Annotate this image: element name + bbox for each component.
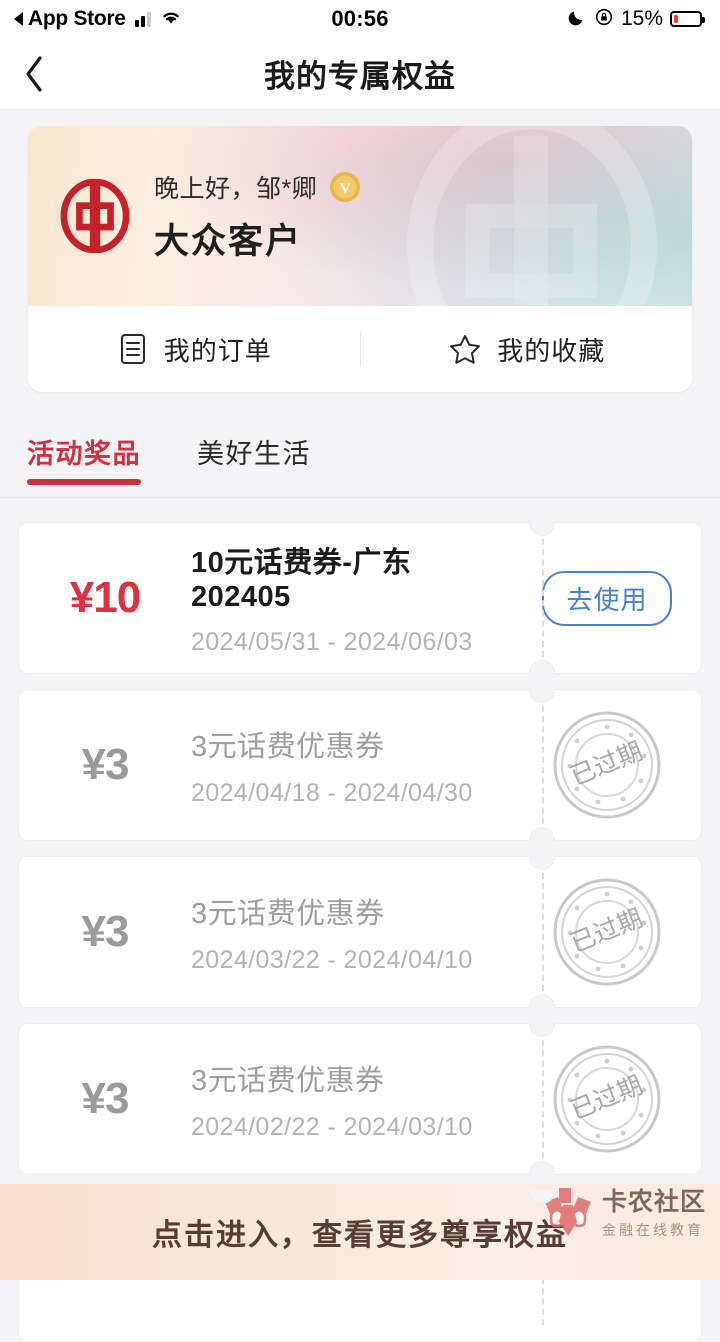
coupon-date-range: 2024/04/18 - 2024/04/30 <box>191 778 473 807</box>
coupon-amount: ¥3 <box>81 740 130 789</box>
battery-percent-label: 15% <box>620 7 663 30</box>
coupon-amount: ¥10 <box>69 573 141 622</box>
back-button[interactable] <box>0 38 68 109</box>
back-to-app-label[interactable]: App Store <box>28 7 126 31</box>
coupon-amount: ¥3 <box>81 907 130 956</box>
tab-activity-prizes[interactable]: 活动奖品 <box>27 426 141 485</box>
profile-hero: 晚上好，邹*卿 V 大众客户 <box>28 126 692 306</box>
coupon-title: 3元话费优惠券 <box>191 1064 385 1097</box>
expired-stamp-icon: 已过期 <box>553 878 661 986</box>
status-bar-right: 15% <box>567 7 705 32</box>
expired-stamp-text: 已过期 <box>567 1071 647 1125</box>
greeting-row: 晚上好，邹*卿 V <box>154 169 361 205</box>
tab-bar: 活动奖品 美好生活 <box>0 426 720 498</box>
coupon-perforation <box>542 539 544 657</box>
coupon-card[interactable]: ¥3 3元话费优惠券 2024/04/18 - 2024/04/30 已过期 <box>18 689 702 841</box>
profile-card: 晚上好，邹*卿 V 大众客户 我的订单 我的收藏 <box>28 126 692 392</box>
coupon-perforation <box>542 1040 544 1158</box>
bank-of-china-logo <box>60 179 130 253</box>
my-favorites-label: 我的收藏 <box>497 335 606 366</box>
coupon-amount: ¥3 <box>81 1074 130 1123</box>
bottom-banner[interactable]: 点击进入，查看更多尊享权益 卡农社区 金融在线教育 <box>0 1184 720 1280</box>
coupon-date-range: 2024/05/31 - 2024/06/03 <box>191 628 473 656</box>
coupon-perforation <box>542 706 544 824</box>
bottom-banner-text: 点击进入，查看更多尊享权益 <box>152 1219 568 1252</box>
scroll-content: 晚上好，邹*卿 V 大众客户 我的订单 我的收藏 活动奖品 美好生活 ¥10 1… <box>0 110 720 1342</box>
coupon-date-range: 2024/02/22 - 2024/03/10 <box>191 1112 473 1141</box>
coupon-card[interactable]: ¥3 3元话费优惠券 2024/02/22 - 2024/03/10 已过期 <box>18 1023 702 1175</box>
my-orders-button[interactable]: 我的订单 <box>28 306 360 392</box>
coupon-title: 3元话费优惠券 <box>191 730 385 763</box>
coupon-card[interactable]: ¥3 3元话费优惠券 2024/03/22 - 2024/04/10 已过期 <box>18 856 702 1008</box>
watermark-subtitle: 金融在线教育 <box>601 1222 704 1238</box>
coupon-info: 3元话费优惠券 2024/04/18 - 2024/04/30 <box>191 690 513 840</box>
navigation-bar: 我的专属权益 <box>0 38 720 110</box>
moon-icon <box>567 7 587 32</box>
status-bar-left: App Store <box>14 7 183 31</box>
vip-badge-icon: V <box>330 171 361 202</box>
my-orders-label: 我的订单 <box>163 335 272 366</box>
coupon-info: 3元话费优惠券 2024/02/22 - 2024/03/10 <box>191 1024 513 1174</box>
coupon-date-range: 2024/03/22 - 2024/04/10 <box>191 945 473 974</box>
wifi-icon <box>159 8 183 31</box>
tab-good-life[interactable]: 美好生活 <box>197 426 311 471</box>
coupon-title: 3元话费优惠券 <box>191 897 385 930</box>
watermark-texts: 卡农社区 金融在线教育 <box>602 1182 706 1240</box>
document-list-icon <box>120 334 145 364</box>
tab-activity-prizes-label: 活动奖品 <box>27 439 141 469</box>
tab-good-life-label: 美好生活 <box>197 439 311 469</box>
my-favorites-button[interactable]: 我的收藏 <box>361 306 693 392</box>
expired-stamp-icon: 已过期 <box>553 1045 661 1153</box>
svg-text:V: V <box>340 181 351 197</box>
profile-actions: 我的订单 我的收藏 <box>28 306 692 392</box>
profile-texts: 晚上好，邹*卿 V 大众客户 <box>154 169 361 264</box>
expired-stamp-icon: 已过期 <box>553 711 661 819</box>
use-coupon-button[interactable]: 去使用 <box>542 570 672 626</box>
chevron-left-icon <box>26 55 42 92</box>
coupon-perforation <box>542 873 544 991</box>
coupon-card[interactable]: ¥10 10元话费券-广东202405 2024/05/31 - 2024/06… <box>18 522 702 674</box>
customer-level: 大众客户 <box>154 221 303 261</box>
coupon-title: 10元话费券-广东202405 <box>191 547 412 613</box>
expired-stamp-text: 已过期 <box>567 737 647 791</box>
battery-icon <box>670 11 705 27</box>
greeting-text: 晚上好，邹*卿 <box>154 174 318 203</box>
rotation-lock-icon <box>594 7 614 32</box>
coupon-info: 3元话费优惠券 2024/03/22 - 2024/04/10 <box>191 857 513 1007</box>
back-to-app-triangle-icon[interactable] <box>14 12 23 26</box>
background-logo-watermark-icon <box>407 126 657 306</box>
coupon-info: 10元话费券-广东202405 2024/05/31 - 2024/06/03 <box>191 523 513 673</box>
app-screen: App Store 00:56 15% 我的专属权益 晚上好，邹*卿 V 大众客… <box>0 0 720 1342</box>
page-title: 我的专属权益 <box>264 59 456 94</box>
community-watermark: 卡农社区 金融在线教育 <box>542 1182 706 1240</box>
signal-bars-icon <box>134 11 151 27</box>
watermark-title: 卡农社区 <box>601 1188 706 1216</box>
expired-stamp-text: 已过期 <box>567 904 647 958</box>
star-icon <box>450 335 481 364</box>
status-bar: App Store 00:56 15% <box>0 0 720 38</box>
